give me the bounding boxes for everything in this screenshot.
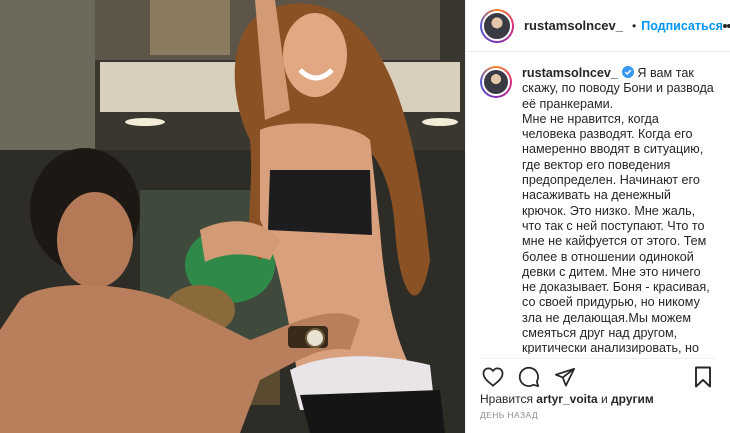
separator-dot: • bbox=[632, 18, 637, 33]
avatar-image bbox=[482, 10, 512, 41]
post-caption: rustamsolncev_ Я вам так скажу, по повод… bbox=[466, 52, 730, 354]
liked-by-others[interactable]: другим bbox=[611, 392, 654, 406]
caption-body: rustamsolncev_ Я вам так скажу, по повод… bbox=[522, 66, 716, 354]
paper-plane-icon[interactable] bbox=[552, 364, 578, 390]
heart-icon[interactable] bbox=[480, 364, 506, 390]
likes-suffix: и bbox=[597, 392, 612, 406]
caption-paragraph: rustamsolncev_ Я вам так скажу, по повод… bbox=[522, 66, 716, 354]
likes-summary: Нравится artyr_voita и другим bbox=[480, 392, 654, 406]
liked-by-user[interactable]: artyr_voita bbox=[536, 392, 597, 406]
post-actions bbox=[480, 358, 716, 388]
comment-icon[interactable] bbox=[516, 364, 542, 390]
avatar-image bbox=[482, 68, 510, 96]
post-timestamp[interactable]: День назад bbox=[480, 410, 538, 420]
avatar[interactable] bbox=[480, 8, 514, 43]
follow-button[interactable]: Подписаться bbox=[641, 19, 723, 33]
caption-avatar[interactable] bbox=[480, 66, 512, 98]
likes-prefix: Нравится bbox=[480, 392, 537, 406]
verified-badge-icon bbox=[621, 66, 634, 78]
author-username[interactable]: rustamsolncev_ bbox=[524, 18, 623, 33]
post-header: rustamsolncev_ • Подписаться bbox=[466, 0, 730, 52]
bookmark-icon[interactable] bbox=[690, 364, 716, 390]
post-photo-illustration bbox=[0, 0, 465, 433]
post-sidebar: rustamsolncev_ • Подписаться rustamsolnc… bbox=[465, 0, 730, 433]
caption-username[interactable]: rustamsolncev_ bbox=[522, 66, 618, 80]
post-photo[interactable] bbox=[0, 0, 465, 433]
caption-text: Я вам так скажу, по поводу Бони и развод… bbox=[522, 66, 714, 354]
more-options-icon[interactable] bbox=[722, 18, 730, 34]
